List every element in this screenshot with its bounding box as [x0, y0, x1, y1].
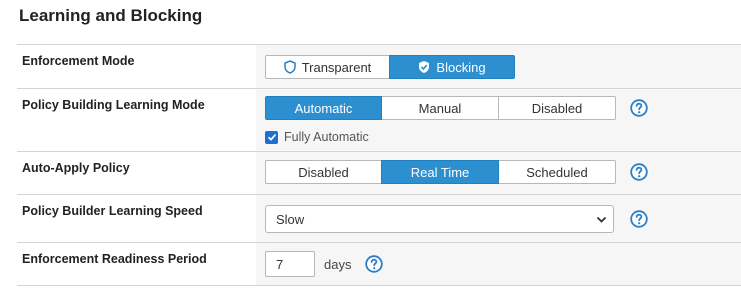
row-learning-mode: Policy Building Learning Mode Automatic … — [17, 89, 741, 152]
transparent-label: Transparent — [301, 59, 372, 75]
question-circle-icon[interactable] — [630, 163, 648, 181]
readiness-period-label: Enforcement Readiness Period — [22, 252, 207, 266]
chevron-down-icon — [596, 216, 607, 223]
blocking-label: Blocking — [436, 59, 486, 75]
row-enforcement-mode: Enforcement Mode Transparent Blocking — [17, 45, 741, 89]
settings-table: Enforcement Mode Transparent Blocking Po… — [17, 44, 741, 286]
question-circle-icon[interactable] — [630, 99, 648, 117]
learning-mode-label: Policy Building Learning Mode — [22, 98, 205, 112]
auto-apply-label: Auto-Apply Policy — [22, 161, 130, 175]
fully-automatic-checkbox-row[interactable]: Fully Automatic — [265, 130, 369, 144]
readiness-period-input[interactable]: 7 — [265, 251, 315, 277]
question-circle-icon[interactable] — [365, 255, 383, 273]
fully-automatic-checkbox[interactable] — [265, 130, 278, 144]
row-readiness-period: Enforcement Readiness Period 7 days — [17, 243, 741, 286]
learning-speed-value: Slow — [276, 211, 305, 227]
enforcement-mode-toggle: Transparent Blocking — [265, 55, 515, 79]
check-icon — [267, 133, 276, 141]
row-learning-speed: Policy Builder Learning Speed Slow — [17, 195, 741, 243]
readiness-unit: days — [324, 257, 352, 272]
real-time-button[interactable]: Real Time — [381, 160, 499, 184]
disabled-apply-button[interactable]: Disabled — [265, 160, 382, 184]
section-title: Learning and Blocking — [19, 6, 203, 25]
question-circle-icon[interactable] — [630, 210, 648, 228]
learning-mode-toggle: Automatic Manual Disabled — [265, 96, 616, 120]
learning-speed-select[interactable]: Slow — [265, 205, 614, 233]
shield-check-icon — [419, 61, 430, 73]
auto-apply-toggle: Disabled Real Time Scheduled — [265, 160, 616, 184]
blocking-button[interactable]: Blocking — [389, 55, 515, 79]
manual-button[interactable]: Manual — [381, 96, 499, 120]
fully-automatic-label: Fully Automatic — [284, 130, 369, 144]
row-auto-apply: Auto-Apply Policy Disabled Real Time Sch… — [17, 152, 741, 195]
learning-speed-label: Policy Builder Learning Speed — [22, 204, 203, 218]
disabled-learning-button[interactable]: Disabled — [498, 96, 616, 120]
shield-outline-icon — [283, 60, 296, 74]
automatic-button[interactable]: Automatic — [265, 96, 382, 120]
scheduled-button[interactable]: Scheduled — [498, 160, 616, 184]
enforcement-mode-label: Enforcement Mode — [22, 54, 135, 68]
transparent-button[interactable]: Transparent — [265, 55, 390, 79]
